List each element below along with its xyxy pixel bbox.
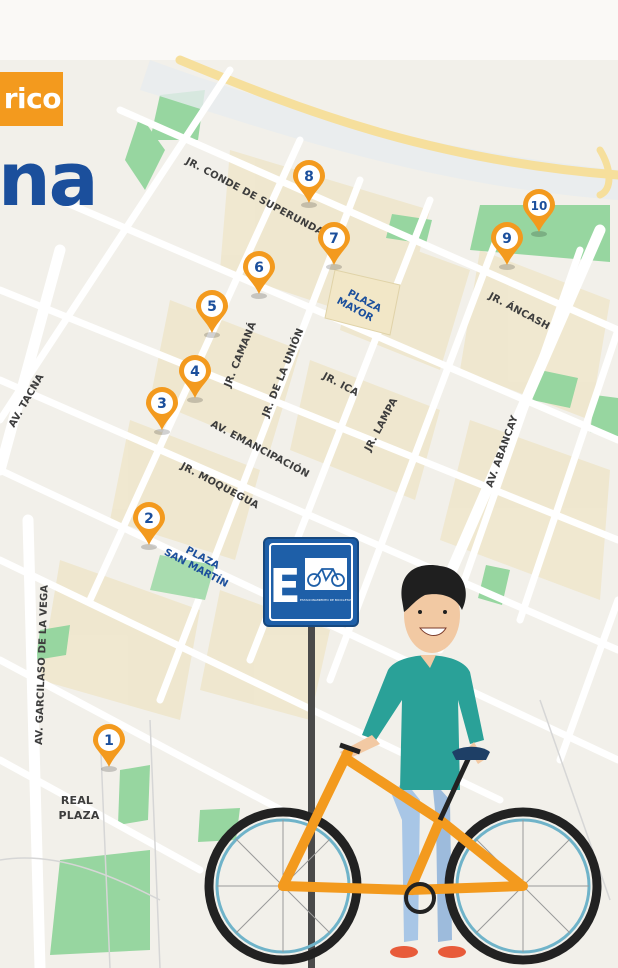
marker-number: 2 bbox=[144, 511, 154, 527]
marker-number: 1 bbox=[104, 733, 114, 749]
marker-number: 7 bbox=[329, 231, 339, 247]
marker-number: 6 bbox=[254, 260, 264, 276]
marker-number: 8 bbox=[304, 169, 314, 185]
marker-number: 10 bbox=[531, 199, 548, 213]
marker-number: 5 bbox=[207, 299, 217, 315]
marker-number: 3 bbox=[157, 396, 167, 412]
parking-caption: ESTACIONAMIENTO DE BICICLETAS bbox=[300, 598, 352, 602]
marker-number: 4 bbox=[190, 364, 200, 380]
parking-letter: E bbox=[269, 559, 300, 613]
map-infographic: JR. CONDE DE SUPERUNDA AV. TACNA JR. CAM… bbox=[0, 0, 618, 968]
marker-number: 9 bbox=[502, 231, 512, 247]
headline: na bbox=[0, 137, 99, 223]
title-badge: rico bbox=[0, 72, 63, 126]
